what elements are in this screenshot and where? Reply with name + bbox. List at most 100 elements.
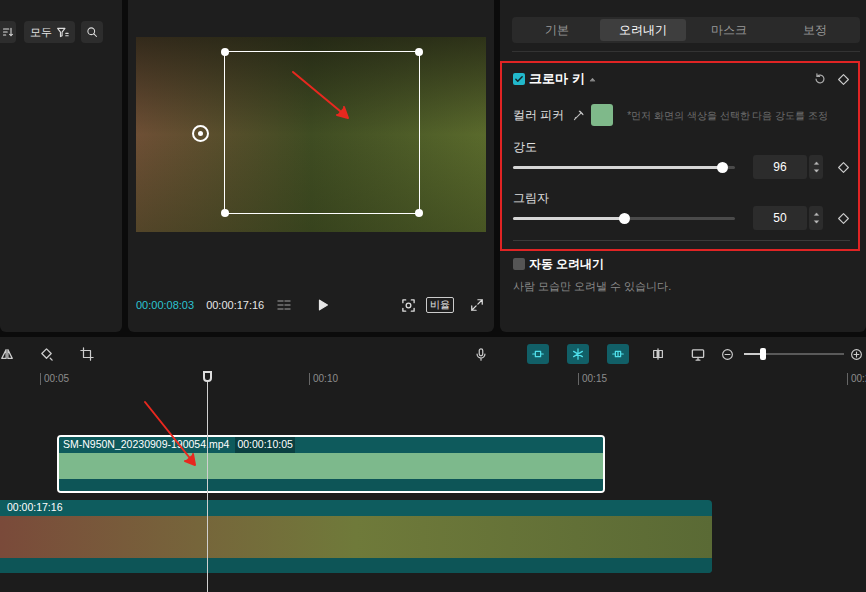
caret-icon[interactable]	[589, 76, 596, 83]
color-swatch[interactable]	[591, 104, 613, 126]
snapshot-icon[interactable]	[401, 298, 416, 313]
snap-toggle-icon[interactable]	[567, 344, 589, 364]
zoom-out-icon[interactable]	[721, 348, 734, 361]
sort-icon[interactable]	[0, 21, 16, 43]
slider-fill	[513, 166, 722, 169]
ruler-label: 00:10	[309, 373, 338, 385]
transport-right: 비율	[401, 297, 486, 313]
chroma-key-header: 크로마 키	[513, 69, 850, 89]
ruler-label: 00:2	[847, 373, 866, 385]
step-down-icon[interactable]	[813, 219, 820, 225]
snap-toggle-icon[interactable]	[607, 344, 629, 364]
clip-frames	[0, 516, 712, 558]
slider-label: 강도	[513, 139, 850, 155]
stepper[interactable]	[809, 155, 823, 179]
inspector-tab[interactable]: 보정	[772, 19, 858, 41]
stepper[interactable]	[809, 206, 823, 230]
inspector-panel: 기본오려내기마스크보정크로마 키컬러 피커 *먼저 화면의 색상을 선택한 다음 …	[500, 0, 866, 332]
playhead-line	[207, 382, 208, 592]
tab-divider	[512, 51, 860, 52]
timeline-toolbar-right	[474, 344, 866, 364]
keyframe-icon[interactable]	[837, 73, 850, 86]
step-down-icon[interactable]	[813, 168, 820, 174]
chroma-key-section: 크로마 키컬러 피커 *먼저 화면의 색상을 선택한 다음 강도를 조정강도96 그…	[500, 61, 860, 251]
filter-label: 모두	[30, 24, 52, 41]
timeline: 00:05 00:10 00:15 00:2 SM-N950N_20230909-190…	[0, 337, 866, 592]
resize-handle[interactable]	[415, 48, 423, 56]
selection-box[interactable]	[224, 51, 420, 214]
slider-row: 96	[513, 155, 850, 179]
preview-panel: 00:00:08:03 00:00:17:16 비율	[128, 0, 494, 332]
overlay-clip[interactable]: SM-N950N_20230909-190054.mp4 00:00:10:05	[57, 435, 605, 493]
media-panel: 모두	[0, 0, 122, 332]
video-preview	[136, 37, 486, 232]
main-clip[interactable]: 00:00:17:16	[0, 500, 712, 573]
clip-audio-strip	[59, 479, 603, 491]
preview-monitor-icon[interactable]	[690, 347, 706, 362]
fullscreen-icon[interactable]	[470, 298, 484, 312]
clip-name: SM-N950N_20230909-190054.mp4	[63, 437, 229, 453]
inspector-tab[interactable]: 오려내기	[600, 19, 686, 41]
clip-header: SM-N950N_20230909-190054.mp4 00:00:10:05	[59, 437, 603, 453]
color-picker-hint: *먼저 화면의 색상을 선택한 다음 강도를 조정	[627, 108, 828, 123]
color-picker-label: 컬러 피커	[513, 106, 564, 124]
slider-track[interactable]	[513, 217, 735, 220]
zoom-in-icon[interactable]	[850, 348, 863, 361]
clip-duration: 00:00:17:16	[7, 500, 62, 516]
eyedropper-icon[interactable]	[572, 109, 585, 122]
auto-cutout-checkbox[interactable]	[513, 258, 525, 270]
slider-label: 그림자	[513, 190, 850, 206]
microphone-icon[interactable]	[474, 347, 488, 362]
chroma-key-checkbox[interactable]	[513, 73, 525, 85]
crop-icon[interactable]	[80, 347, 94, 361]
workspace-top: 모두 00:00:08:03 00:00:17:16 비율 기본오려내기마스크보정크로마…	[0, 0, 866, 332]
resize-handle[interactable]	[415, 209, 423, 217]
playhead[interactable]	[202, 371, 213, 592]
slider-track[interactable]	[513, 166, 735, 169]
step-up-icon[interactable]	[813, 160, 820, 166]
mirror-icon[interactable]	[0, 347, 14, 361]
step-up-icon[interactable]	[813, 211, 820, 217]
slider-knob[interactable]	[619, 213, 630, 224]
inspector-tab[interactable]: 기본	[514, 19, 600, 41]
rotate-icon[interactable]	[192, 125, 209, 142]
zoom-slider-knob[interactable]	[760, 348, 766, 360]
value-field[interactable]: 50	[753, 206, 807, 230]
filter-icon	[56, 26, 69, 39]
total-time: 00:00:17:16	[206, 297, 264, 314]
value-field[interactable]: 96	[753, 155, 807, 179]
timeline-toolbar	[0, 337, 866, 371]
keyframe-icon[interactable]	[837, 212, 850, 225]
slider-fill	[513, 217, 624, 220]
zoom-slider-track[interactable]	[744, 353, 844, 355]
transport-bar: 00:00:08:03 00:00:17:16 비율	[136, 295, 486, 315]
rotate-tool-icon[interactable]	[39, 347, 54, 362]
auto-cutout-description: 사람 모습만 오려낼 수 있습니다.	[500, 278, 866, 295]
snap-toggle-icon[interactable]	[647, 344, 669, 364]
clip-frames	[59, 453, 603, 479]
slider-knob[interactable]	[717, 162, 728, 173]
inspector-tab[interactable]: 마스크	[686, 19, 772, 41]
slider-row: 50	[513, 206, 850, 230]
annotation-arrow	[0, 0, 866, 592]
time-ruler: 00:05 00:10 00:15 00:2	[0, 371, 866, 389]
clip-duration: 00:00:10:05	[235, 437, 294, 453]
ratio-button[interactable]: 비율	[426, 297, 454, 313]
ruler-label: 00:05	[40, 373, 69, 385]
resize-handle[interactable]	[221, 48, 229, 56]
filter-button[interactable]: 모두	[24, 21, 75, 43]
ruler-label: 00:15	[578, 373, 607, 385]
grid-icon[interactable]	[274, 297, 294, 313]
auto-cutout-label: 자동 오려내기	[529, 255, 604, 273]
current-time: 00:00:08:03	[136, 297, 194, 314]
resize-handle[interactable]	[221, 209, 229, 217]
color-picker-row: 컬러 피커 *먼저 화면의 색상을 선택한 다음 강도를 조정	[513, 104, 850, 126]
search-icon[interactable]	[81, 21, 103, 43]
clip-audio-strip	[0, 558, 712, 573]
reset-icon[interactable]	[813, 72, 827, 86]
rotate-dot	[198, 131, 203, 136]
keyframe-icon[interactable]	[837, 161, 850, 174]
playhead-handle[interactable]	[203, 371, 212, 382]
play-icon[interactable]	[316, 298, 330, 312]
snap-toggle-icon[interactable]	[527, 344, 549, 364]
